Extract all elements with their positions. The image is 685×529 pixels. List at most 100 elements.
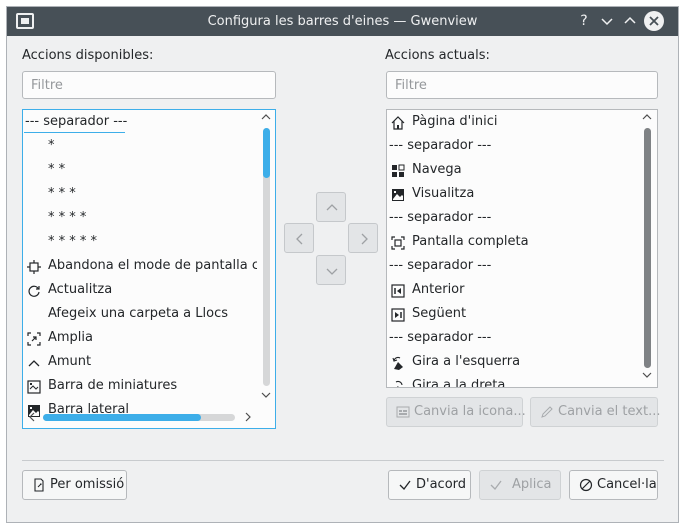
chevron-down-icon: [601, 18, 613, 26]
scroll-right-icon[interactable]: [243, 411, 253, 426]
thumbnail-bar-icon: [27, 379, 41, 394]
scroll-thumb[interactable]: [263, 128, 270, 178]
close-icon: [649, 16, 659, 26]
scroll-down-icon[interactable]: [259, 390, 273, 404]
list-item[interactable]: Abandona el mode de pantalla completa: [23, 254, 257, 278]
item-label: --- separador ---: [389, 258, 492, 273]
list-item[interactable]: Visualitza: [387, 182, 639, 206]
chevron-down-icon: [326, 268, 338, 275]
left-vertical-scrollbar[interactable]: [259, 112, 273, 404]
pencil-icon: [541, 406, 553, 418]
list-item[interactable]: Navega: [387, 158, 639, 182]
maximize-button[interactable]: [620, 11, 640, 31]
list-item[interactable]: *: [23, 134, 257, 158]
fullscreen-exit-icon: [27, 259, 41, 274]
item-label: * * *: [48, 186, 76, 201]
list-item[interactable]: * * * *: [23, 206, 257, 230]
list-item[interactable]: * * *: [23, 182, 257, 206]
current-actions-list[interactable]: Pàgina d'inici --- separador --- Navega Vis…: [386, 109, 658, 388]
separator-item[interactable]: --- separador ---: [23, 110, 257, 134]
list-item[interactable]: * * * * *: [23, 230, 257, 254]
item-label: --- separador ---: [25, 114, 128, 129]
divider: [22, 460, 664, 461]
separator-item[interactable]: --- separador ---: [387, 326, 639, 350]
previous-icon: [391, 283, 405, 298]
add-action-button[interactable]: [348, 223, 378, 253]
current-actions-label: Accions actuals:: [385, 48, 490, 63]
left-horizontal-scrollbar[interactable]: [25, 410, 257, 424]
item-label: Barra de miniatures: [48, 378, 178, 393]
chevron-left-icon: [296, 233, 303, 245]
defaults-button[interactable]: Per omissió: [22, 470, 127, 500]
close-button[interactable]: [644, 11, 664, 31]
list-item[interactable]: * *: [23, 158, 257, 182]
scroll-left-icon[interactable]: [27, 411, 37, 426]
list-item[interactable]: Afegeix una carpeta a Llocs: [23, 302, 257, 326]
chevron-up-icon: [27, 355, 41, 369]
item-label: --- separador ---: [389, 330, 492, 345]
list-item[interactable]: Anterior: [387, 278, 639, 302]
list-item[interactable]: Pantalla completa: [387, 230, 639, 254]
remove-action-button[interactable]: [284, 223, 314, 253]
item-label: Pantalla completa: [412, 234, 529, 249]
next-icon: [391, 307, 405, 322]
separator-item[interactable]: --- separador ---: [387, 134, 639, 158]
current-filter-input[interactable]: [386, 71, 658, 99]
list-item[interactable]: Actualitza: [23, 278, 257, 302]
check-icon: [490, 480, 502, 490]
change-icon-label: Canvia la icona...: [414, 404, 526, 419]
item-label: Pàgina d'inici: [412, 114, 498, 129]
minimize-button[interactable]: [597, 11, 617, 31]
scroll-thumb[interactable]: [644, 128, 651, 368]
scroll-up-icon[interactable]: [640, 112, 654, 126]
home-icon: [391, 115, 405, 130]
refresh-icon: [27, 283, 41, 297]
item-label: Visualitza: [412, 186, 475, 201]
item-label: Anterior: [412, 282, 465, 297]
item-label: Següent: [412, 306, 467, 321]
titlebar: Configura les barres d'eines — Gwenview …: [7, 7, 678, 36]
list-item[interactable]: Pàgina d'inici: [387, 110, 639, 134]
rotate-right-icon: [391, 379, 405, 387]
change-icon-button[interactable]: Canvia la icona...: [386, 397, 526, 427]
item-label: Navega: [412, 162, 462, 177]
apply-button[interactable]: Aplica: [479, 470, 561, 500]
ok-label: D'acord: [416, 477, 467, 492]
list-item[interactable]: Gira a la dreta: [387, 374, 639, 388]
list-item[interactable]: Amplia: [23, 326, 257, 350]
item-label: Afegeix una carpeta a Llocs: [48, 306, 229, 321]
item-label: * *: [48, 162, 66, 177]
list-item[interactable]: Següent: [387, 302, 639, 326]
item-label: Gira a la dreta: [412, 378, 506, 388]
zoom-in-icon: [27, 331, 41, 346]
hscroll-thumb[interactable]: [43, 414, 201, 421]
list-item[interactable]: Amunt: [23, 350, 257, 374]
list-item[interactable]: Barra de miniatures: [23, 374, 257, 398]
selection-underline: [24, 132, 125, 133]
separator-item[interactable]: --- separador ---: [387, 206, 639, 230]
scroll-up-icon[interactable]: [259, 112, 273, 126]
ok-button[interactable]: D'acord: [388, 470, 471, 500]
item-label: Amunt: [48, 354, 92, 369]
chevron-up-icon: [326, 204, 338, 211]
separator-item[interactable]: --- separador ---: [387, 254, 639, 278]
grid-icon: [391, 163, 405, 177]
list-item[interactable]: Gira a l'esquerra: [387, 350, 639, 374]
scroll-down-icon[interactable]: [640, 370, 654, 384]
move-up-button[interactable]: [316, 192, 346, 222]
item-label: Abandona el mode de pantalla completa: [48, 258, 257, 273]
item-label: --- separador ---: [389, 210, 492, 225]
available-filter-input[interactable]: [22, 71, 276, 99]
help-button[interactable]: ?: [574, 11, 594, 31]
document-revert-icon: [34, 478, 44, 492]
apply-label: Aplica: [512, 477, 552, 492]
right-vertical-scrollbar[interactable]: [640, 112, 654, 385]
cancel-button[interactable]: Cancel·la: [569, 470, 658, 500]
change-text-button[interactable]: Canvia el text...: [530, 397, 660, 427]
cancel-label: Cancel·la: [597, 477, 657, 492]
cancel-icon: [579, 478, 593, 492]
fullscreen-icon: [391, 235, 405, 250]
available-actions-list[interactable]: --- separador --- * * * * * * * * * * * * * *…: [22, 109, 276, 429]
item-label: --- separador ---: [389, 138, 492, 153]
move-down-button[interactable]: [316, 255, 346, 285]
